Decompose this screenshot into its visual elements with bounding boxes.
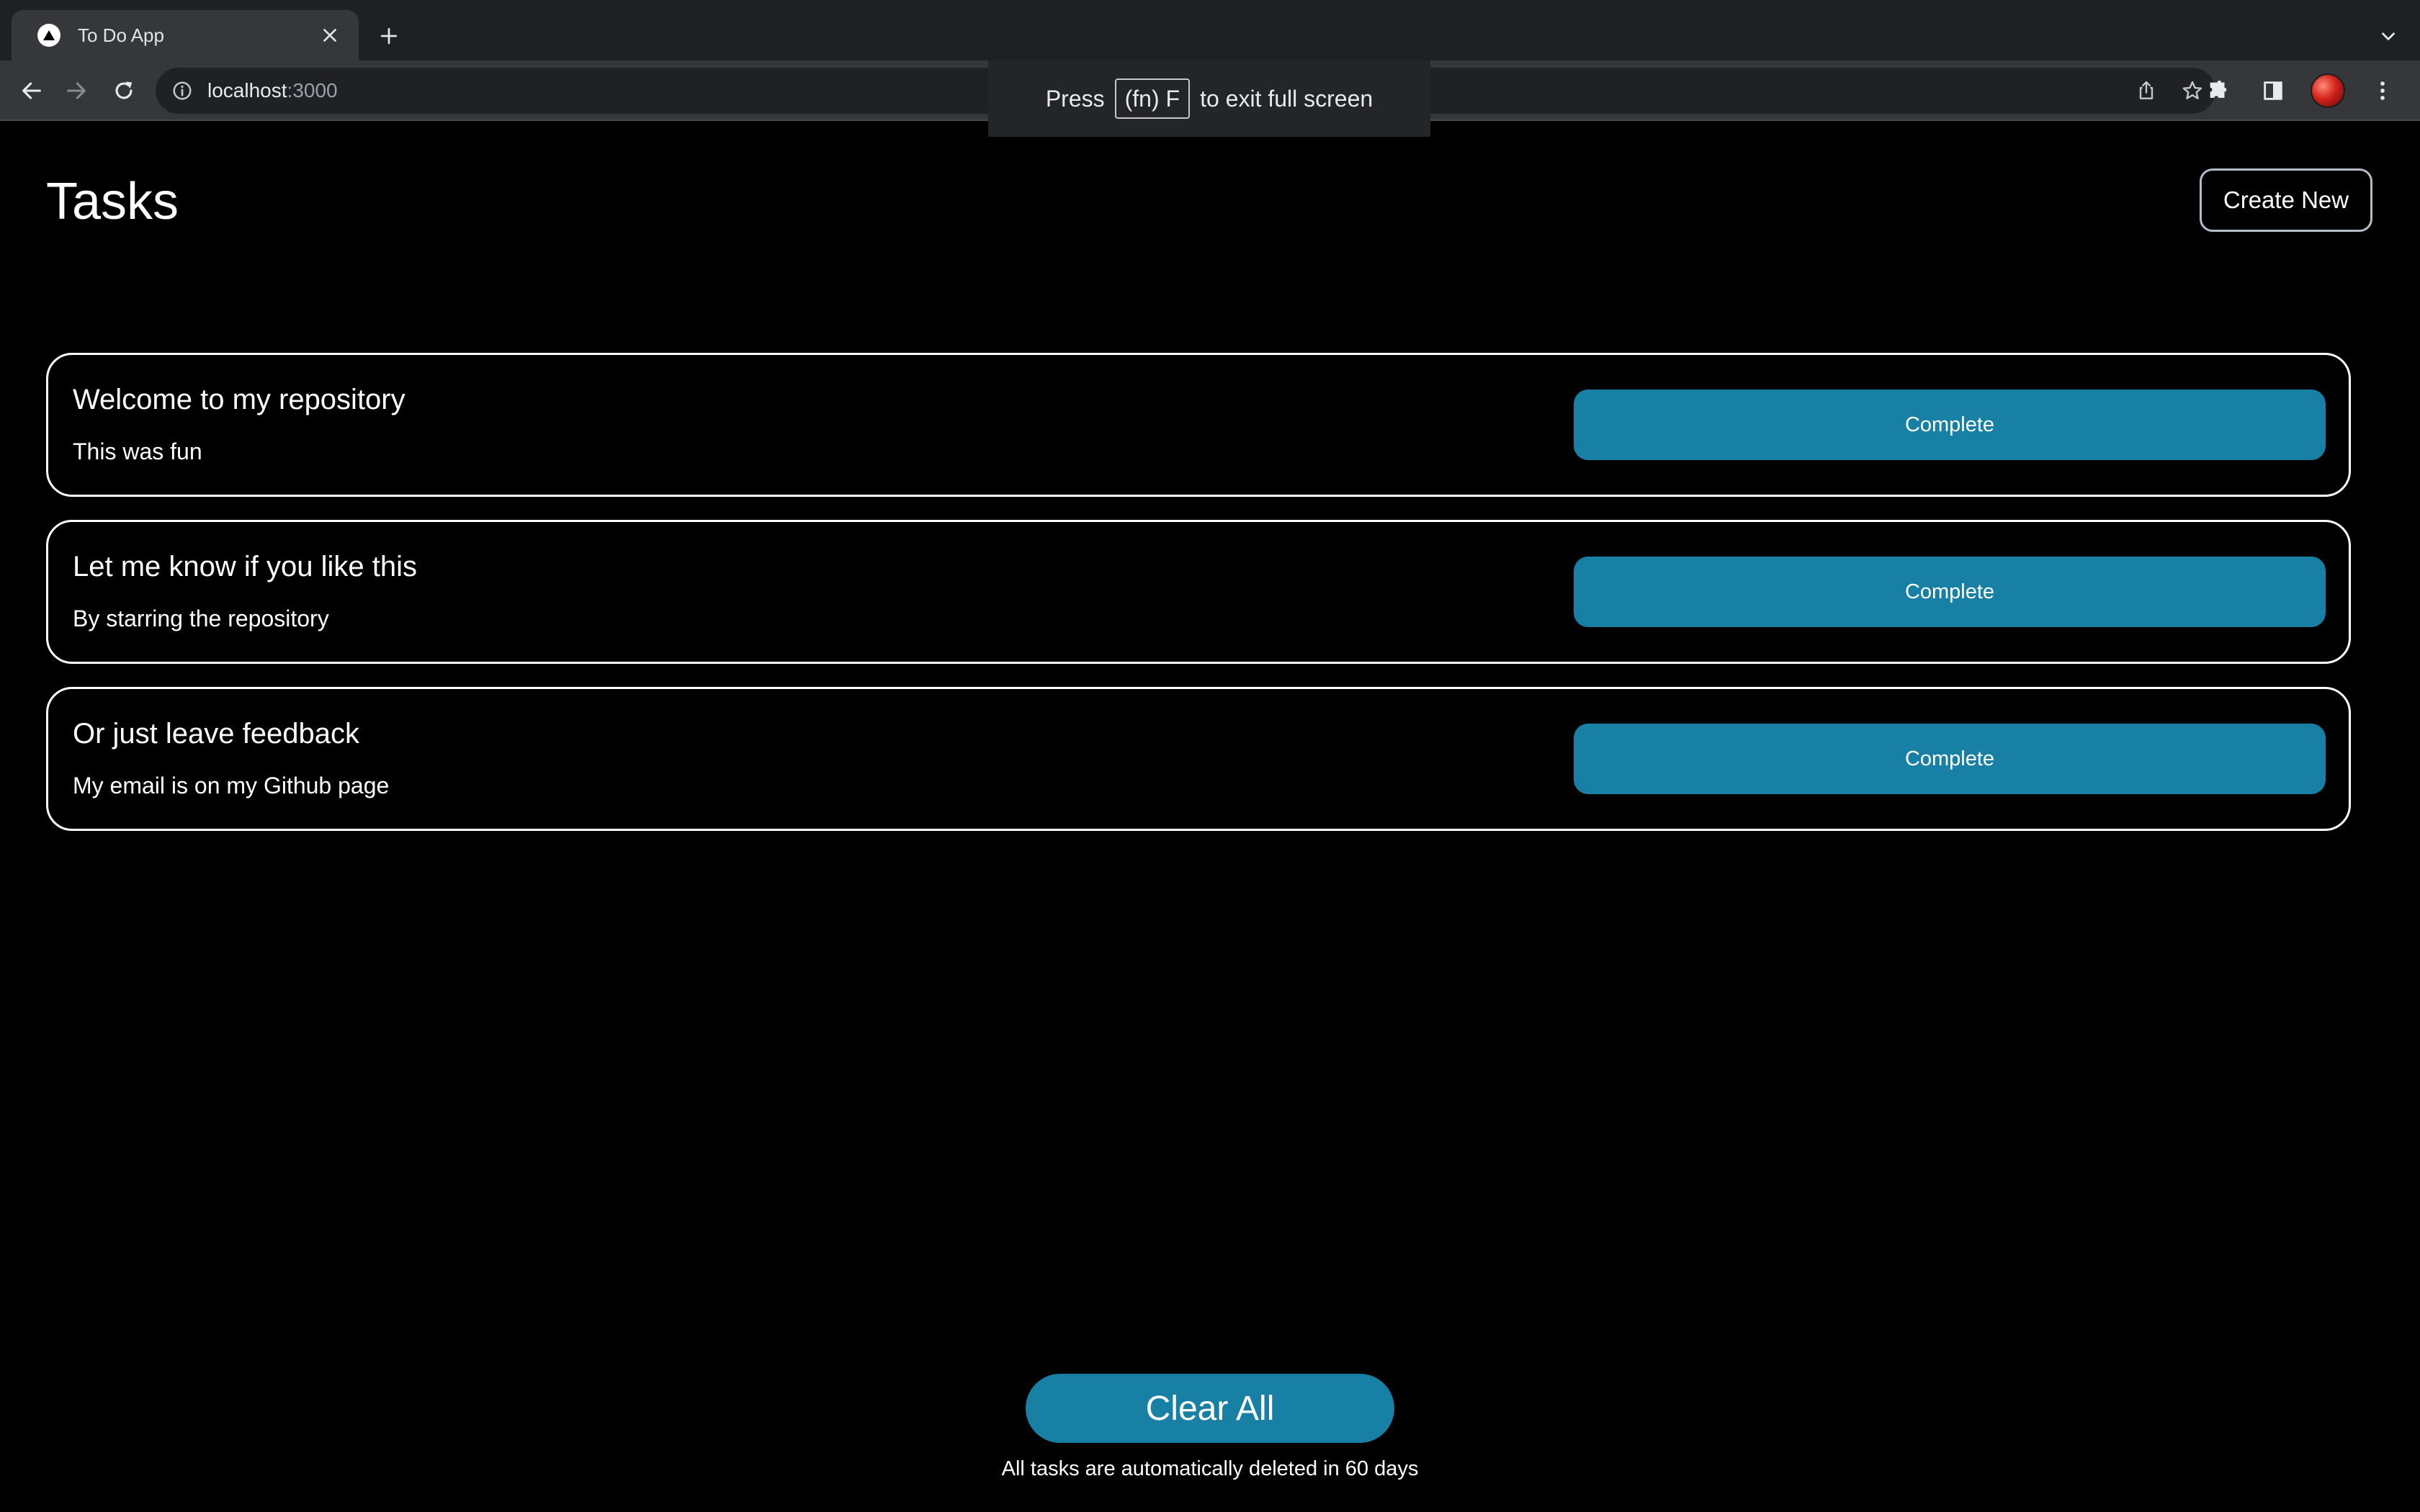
tab-title: To Do App bbox=[78, 24, 164, 46]
task-card: Welcome to my repository This was fun Co… bbox=[46, 353, 2351, 497]
toolbar-right-icons bbox=[2195, 68, 2406, 114]
page-title: Tasks bbox=[46, 173, 179, 230]
fullscreen-key-hint: (fn) F bbox=[1114, 78, 1191, 119]
complete-button[interactable]: Complete bbox=[1574, 557, 2326, 627]
browser-tab-active[interactable]: To Do App bbox=[12, 10, 359, 60]
url-text: localhost:3000 bbox=[207, 79, 338, 102]
task-title: Welcome to my repository bbox=[73, 384, 405, 415]
create-new-button[interactable]: Create New bbox=[2200, 168, 2372, 232]
url-host: localhost bbox=[207, 79, 287, 102]
back-arrow-icon[interactable] bbox=[14, 73, 49, 108]
auto-delete-note: All tasks are automatically deleted in 6… bbox=[1001, 1457, 1419, 1480]
complete-button[interactable]: Complete bbox=[1574, 724, 2326, 794]
task-description: This was fun bbox=[73, 438, 202, 464]
fullscreen-exit-banner: Press (fn) F to exit full screen bbox=[988, 60, 1430, 137]
chevron-down-icon[interactable] bbox=[2371, 19, 2406, 53]
kebab-menu-icon[interactable] bbox=[2360, 68, 2406, 114]
task-title: Or just leave feedback bbox=[73, 718, 359, 750]
forward-arrow-icon[interactable] bbox=[59, 73, 94, 108]
info-icon[interactable] bbox=[171, 80, 193, 102]
task-card: Let me know if you like this By starring… bbox=[46, 520, 2351, 664]
task-list: Welcome to my repository This was fun Co… bbox=[46, 353, 2351, 854]
triangle-logo-icon bbox=[37, 24, 60, 47]
complete-button[interactable]: Complete bbox=[1574, 390, 2326, 460]
clear-all-button[interactable]: Clear All bbox=[1026, 1374, 1394, 1443]
plus-icon[interactable] bbox=[372, 19, 406, 53]
puzzle-icon[interactable] bbox=[2195, 68, 2241, 114]
share-icon[interactable] bbox=[2123, 68, 2169, 114]
browser-tabstrip: To Do App bbox=[0, 0, 2420, 60]
task-title: Let me know if you like this bbox=[73, 551, 417, 582]
side-panel-icon[interactable] bbox=[2250, 68, 2296, 114]
url-port: :3000 bbox=[287, 79, 338, 102]
reload-icon[interactable] bbox=[107, 73, 141, 108]
profile-avatar[interactable] bbox=[2305, 68, 2351, 114]
close-icon[interactable] bbox=[315, 21, 344, 50]
avatar bbox=[2311, 73, 2345, 108]
task-card: Or just leave feedback My email is on my… bbox=[46, 687, 2351, 831]
fullscreen-banner-prefix: Press bbox=[1045, 85, 1105, 112]
task-description: My email is on my Github page bbox=[73, 773, 390, 798]
task-description: By starring the repository bbox=[73, 606, 329, 631]
fullscreen-banner-suffix: to exit full screen bbox=[1200, 85, 1373, 112]
